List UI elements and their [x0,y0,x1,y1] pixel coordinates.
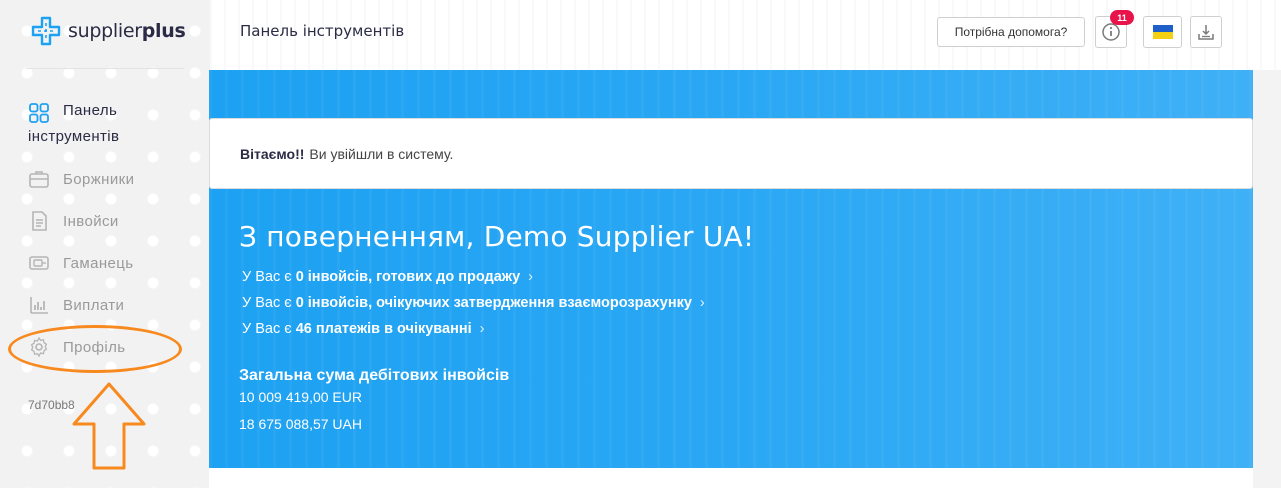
sidebar-item-label: Гаманець [63,254,134,272]
stat-invoices-for-sale[interactable]: У Вас є 0 інвойсів, готових до продажу › [242,269,533,285]
wallet-icon [28,252,50,274]
sidebar-item-label: Панель інструментів [28,102,120,145]
top-header: Панель інструментів Потрібна допомога? 1… [210,0,1281,70]
total-title: Загальна сума дебітових інвойсів [239,367,510,384]
ukraine-flag-icon [1152,25,1173,39]
alert-text: Ви увійшли в систему. [309,145,454,162]
welcome-heading: З поверненням, Demo Supplier UA! [239,220,755,253]
bar-chart-icon [28,294,50,316]
stat-value: 0 інвойсів, готових до продажу [295,269,521,285]
stat-pending-payments[interactable]: У Вас є 46 платежів в очікуванні › [242,321,485,337]
language-button[interactable] [1143,16,1182,48]
sidebar-item-dashboard[interactable]: Панель інструментів [28,98,198,150]
stat-invoices-pending-approval[interactable]: У Вас є 0 інвойсів, очікуючих затверджен… [242,295,705,311]
logout-icon [1198,25,1214,40]
notification-badge: 11 [1110,10,1134,25]
content-card [209,468,1253,488]
sidebar: supplierplus Панель інструментів Боржник… [0,0,210,488]
logo[interactable]: supplierplus [30,14,186,48]
sidebar-item-label: Виплати [63,296,125,314]
stat-value: 46 платежів в очікуванні [295,321,472,337]
briefcase-icon [28,168,50,190]
chevron-right-icon: › [528,269,533,285]
total-eur: 10 009 419,00 EUR [239,389,362,405]
divider [26,68,184,69]
stat-prefix: У Вас є [242,295,292,311]
help-button[interactable]: Потрібна допомога? [937,17,1085,47]
chevron-right-icon: › [479,321,485,337]
info-icon [1102,23,1120,41]
stat-prefix: У Вас є [242,321,292,337]
sidebar-item-label: Інвойси [63,212,119,230]
logo-text: supplierplus [68,20,186,42]
logo-cross-icon [31,16,61,46]
sidebar-item-label: Боржники [63,170,135,188]
chevron-right-icon: › [699,295,705,311]
stat-value: 0 інвойсів, очікуючих затвердження взаєм… [295,295,692,311]
page-title: Панель інструментів [240,22,405,40]
annotation-ellipse [8,325,182,373]
welcome-banner: Вітаємо!! Ви увійшли в систему. З поверн… [209,70,1253,468]
logout-button[interactable] [1190,16,1222,48]
stat-prefix: У Вас є [242,269,292,285]
sidebar-item-debtors[interactable]: Боржники [28,168,134,190]
sidebar-item-invoices[interactable]: Інвойси [28,210,119,232]
success-alert: Вітаємо!! Ви увійшли в систему. [209,118,1253,189]
total-uah: 18 675 088,57 UAH [239,416,362,432]
document-icon [28,210,50,232]
annotation-arrow-icon [72,382,146,470]
sidebar-item-payouts[interactable]: Виплати [28,294,124,316]
alert-strong: Вітаємо!! [240,145,305,162]
sidebar-item-wallet[interactable]: Гаманець [28,252,134,274]
